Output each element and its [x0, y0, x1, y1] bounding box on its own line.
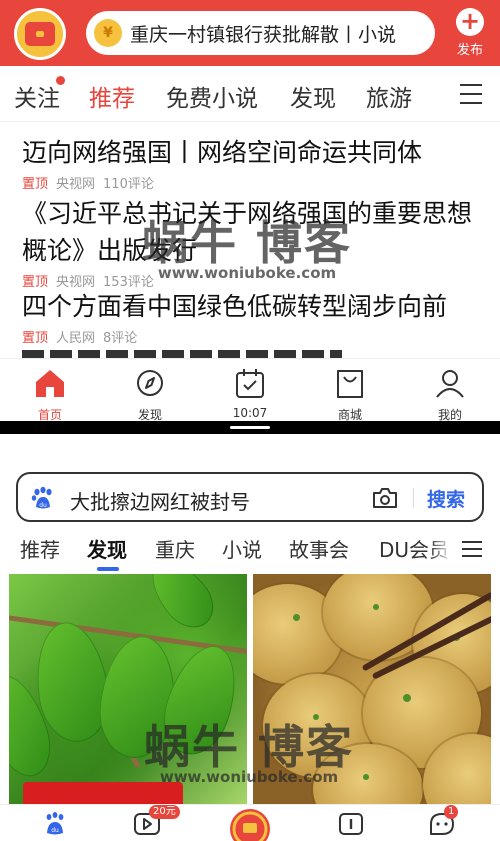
baidu-app: du 大批擦边网红被封号 搜索 推荐 发现 重庆 小说 故事会 DU会员 du … [0, 434, 500, 841]
info-card-icon[interactable] [337, 811, 365, 837]
message-count-badge: 1 [444, 805, 459, 819]
article-source: 人民网 [56, 331, 96, 346]
article-title: 迈向网络强国丨网络空间命运共同体 [22, 138, 423, 167]
tab-free-novels[interactable]: 免费小说 [166, 79, 258, 113]
camera-icon[interactable] [372, 486, 398, 510]
article-title: 《习近平总书记关于网络强国的重要思想概论》出版发行 [22, 199, 473, 265]
article-comments: 8评论 [103, 331, 138, 346]
svg-text:du: du [39, 502, 47, 509]
news-search-box[interactable]: ¥ 重庆一村镇银行获批解散丨小说 [86, 11, 435, 55]
pinned-tag: 置顶 [22, 331, 49, 346]
nav-label: 10:07 [232, 406, 268, 420]
tab-novels[interactable]: 小说 [222, 534, 262, 563]
notification-dot [56, 76, 65, 85]
news-tab-bar: 关注 推荐 免费小说 发现 旅游 [0, 66, 500, 122]
tab-follow[interactable]: 关注 [14, 79, 60, 113]
news-app: ¥ 重庆一村镇银行获批解散丨小说 + 发布 关注 推荐 免费小说 发现 旅游 迈… [0, 0, 500, 421]
drag-handle[interactable] [230, 426, 270, 429]
article-meta: 置顶 人民网 8评论 [22, 327, 482, 346]
nav-video[interactable]: 20元 [133, 805, 180, 837]
compass-icon [137, 370, 163, 396]
nav-label: 首页 [37, 408, 62, 421]
video-reward-badge: 20元 [149, 805, 180, 819]
tab-recommend[interactable]: 推荐 [20, 534, 60, 563]
publish-label: 发布 [456, 43, 483, 58]
news-search-hint: 重庆一村镇银行获批解散丨小说 [130, 23, 397, 46]
person-icon [436, 370, 464, 398]
nav-label: 发现 [137, 408, 162, 421]
article-2[interactable]: 《习近平总书记关于网络强国的重要思想概论》出版发行 置顶 央视网 153评论 [22, 195, 482, 290]
feed-image-pancakes[interactable] [253, 574, 491, 804]
news-header: ¥ 重庆一村镇银行获批解散丨小说 + 发布 [0, 0, 500, 66]
calendar-check-icon [236, 369, 264, 398]
feed-image-leaves[interactable] [9, 574, 247, 804]
menu-icon[interactable] [456, 534, 488, 564]
article-source: 央视网 [56, 177, 96, 192]
red-packet-icon[interactable] [228, 807, 272, 841]
nav-discover[interactable]: 发现 [115, 367, 185, 421]
nav-messages[interactable]: 1 [428, 805, 459, 837]
article-1[interactable]: 迈向网络强国丨网络空间命运共同体 置顶 央视网 110评论 [22, 134, 482, 192]
plus-icon: + [456, 8, 484, 36]
nav-tasks[interactable]: 10:07 [215, 367, 285, 420]
nav-mall[interactable]: 商城 [315, 367, 385, 421]
baidu-home-icon[interactable]: du [41, 811, 69, 837]
article-3[interactable]: 四个方面看中国绿色低碳转型阔步向前 置顶 人民网 8评论 [22, 288, 482, 346]
article-title: 四个方面看中国绿色低碳转型阔步向前 [22, 292, 448, 321]
tabs-fade [425, 66, 445, 120]
home-icon [36, 370, 64, 397]
svg-text:du: du [51, 827, 59, 834]
menu-icon[interactable] [450, 74, 490, 114]
baidu-bottom-nav: du 20元 1 [0, 804, 500, 841]
article-meta: 置顶 央视网 110评论 [22, 173, 482, 192]
nav-profile[interactable]: 我的 [415, 367, 485, 421]
app-logo[interactable] [14, 8, 66, 60]
shopping-bag-icon [337, 370, 363, 398]
split-screen-divider[interactable] [0, 421, 500, 434]
baidu-search-query: 大批擦边网红被封号 [70, 490, 250, 514]
baidu-search-box[interactable]: du 大批擦边网红被封号 搜索 [16, 472, 484, 522]
baidu-tab-bar: 推荐 发现 重庆 小说 故事会 DU会员 [0, 530, 500, 574]
tab-discover[interactable]: 发现 [87, 534, 127, 563]
tab-discover[interactable]: 发现 [290, 79, 336, 113]
tab-chongqing[interactable]: 重庆 [155, 534, 195, 563]
tab-travel[interactable]: 旅游 [366, 79, 412, 113]
image-caption-banner [23, 782, 183, 804]
tabs-fade [430, 530, 452, 566]
coin-icon: ¥ [94, 19, 122, 47]
active-tab-indicator [97, 567, 119, 571]
pinned-tag: 置顶 [22, 177, 49, 192]
article-comments: 110评论 [103, 177, 154, 192]
wallet-icon [25, 22, 55, 46]
baidu-paw-icon: du [31, 486, 52, 509]
separator [413, 488, 414, 508]
tab-recommend[interactable]: 推荐 [89, 79, 135, 113]
news-bottom-nav: 首页 发现 10:07 商城 我的 [0, 358, 500, 421]
baidu-search-button[interactable]: 搜索 [427, 485, 465, 512]
nav-home[interactable]: 首页 [15, 367, 85, 421]
nav-label: 我的 [437, 408, 462, 421]
publish-button[interactable]: + 发布 [450, 8, 490, 58]
nav-label: 商城 [337, 408, 362, 421]
tab-story[interactable]: 故事会 [289, 534, 349, 563]
